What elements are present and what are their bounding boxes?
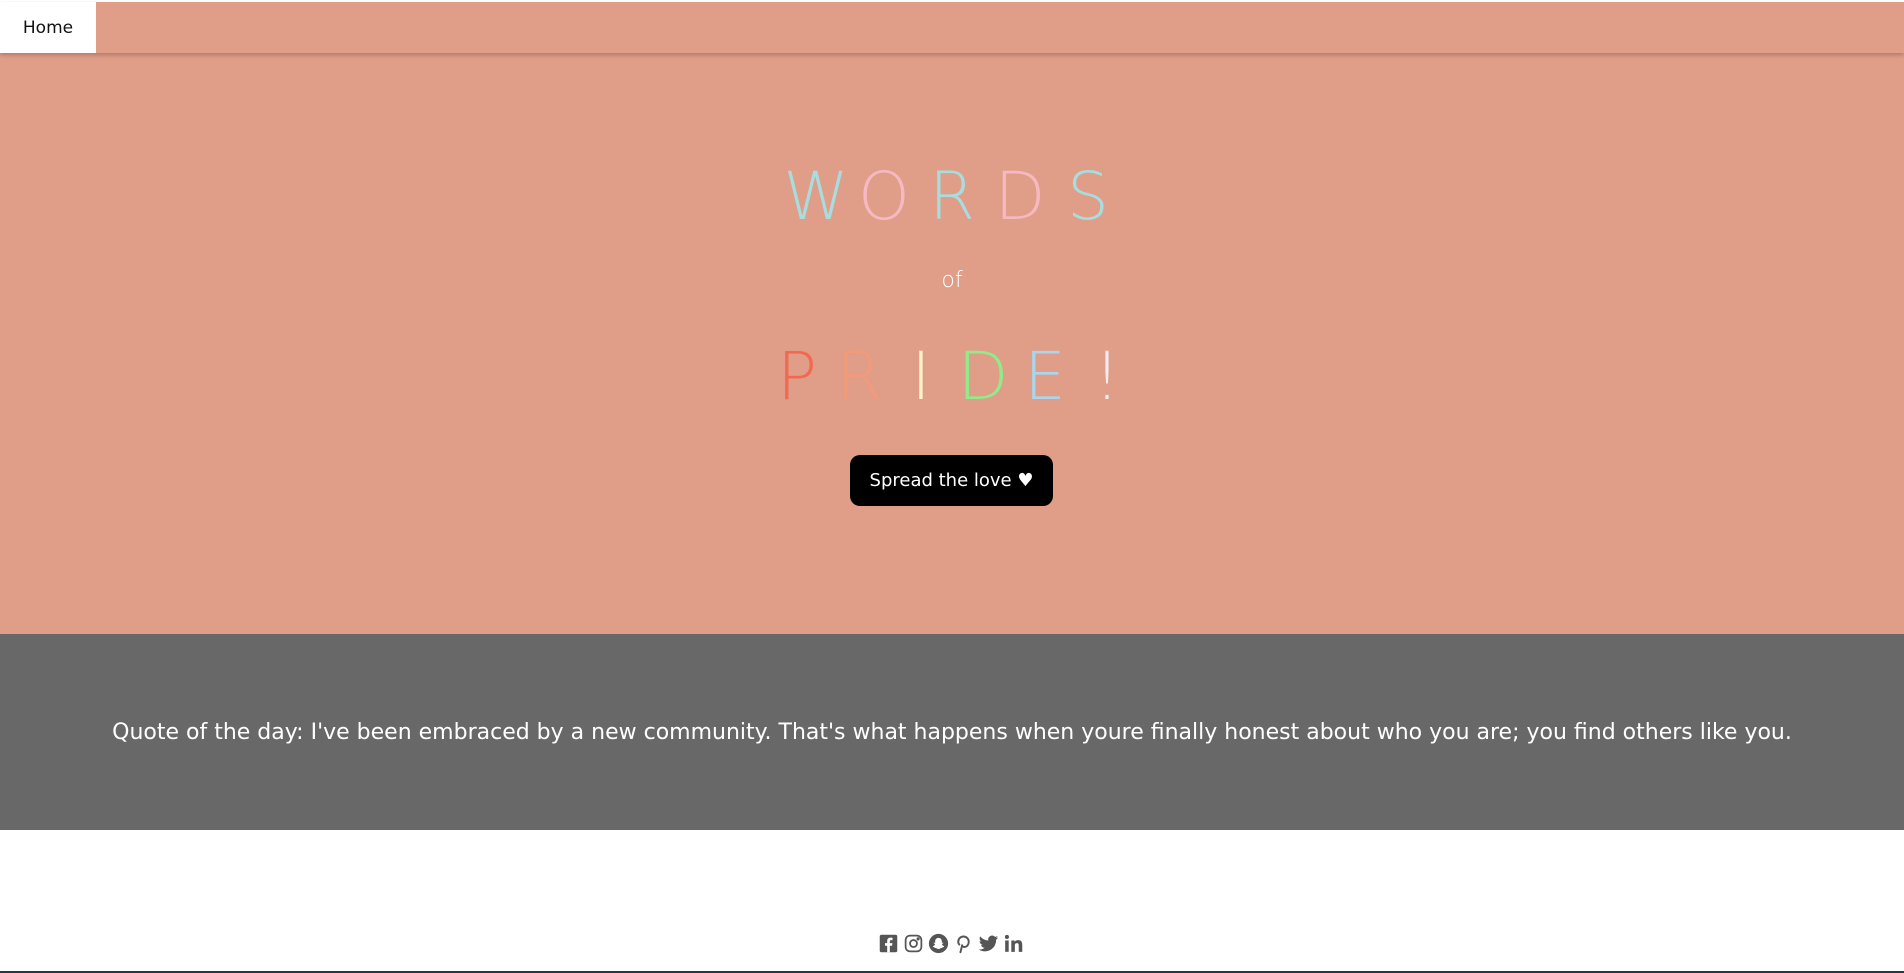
words-letter-w: W <box>783 158 849 235</box>
spread-the-love-button[interactable]: Spread the love ♥ <box>850 455 1053 506</box>
hero-section: W O R D S of P R I D E ! Spread the love… <box>0 53 1904 634</box>
navbar: Home <box>0 2 1904 53</box>
snapchat-icon[interactable] <box>928 931 949 955</box>
quote-of-the-day: Quote of the day: I've been embraced by … <box>112 719 1792 745</box>
words-letter-s: S <box>1067 158 1109 235</box>
pride-letter-p: P <box>777 338 817 415</box>
linkedin-icon[interactable] <box>1003 931 1024 955</box>
of-subtitle: of <box>941 268 963 293</box>
pride-title: P R I D E ! <box>0 338 1904 415</box>
words-letter-o: O <box>858 158 910 235</box>
words-letter-r: R <box>929 158 975 235</box>
words-letter-d: D <box>994 158 1046 235</box>
pride-letter-r: R <box>836 338 882 415</box>
pride-letter-exclamation: ! <box>1093 338 1121 415</box>
twitter-icon[interactable] <box>978 931 999 955</box>
instagram-icon[interactable] <box>903 931 924 955</box>
pinterest-icon[interactable] <box>953 931 974 955</box>
facebook-icon[interactable] <box>878 931 899 955</box>
pride-letter-e: E <box>1024 338 1066 415</box>
quote-section: Quote of the day: I've been embraced by … <box>0 634 1904 830</box>
pride-letter-i: I <box>911 338 931 415</box>
footer <box>0 830 1904 973</box>
pride-letter-d: D <box>957 338 1009 415</box>
words-title: W O R D S <box>0 158 1904 235</box>
nav-home-link[interactable]: Home <box>0 2 96 53</box>
social-links <box>878 931 1024 955</box>
